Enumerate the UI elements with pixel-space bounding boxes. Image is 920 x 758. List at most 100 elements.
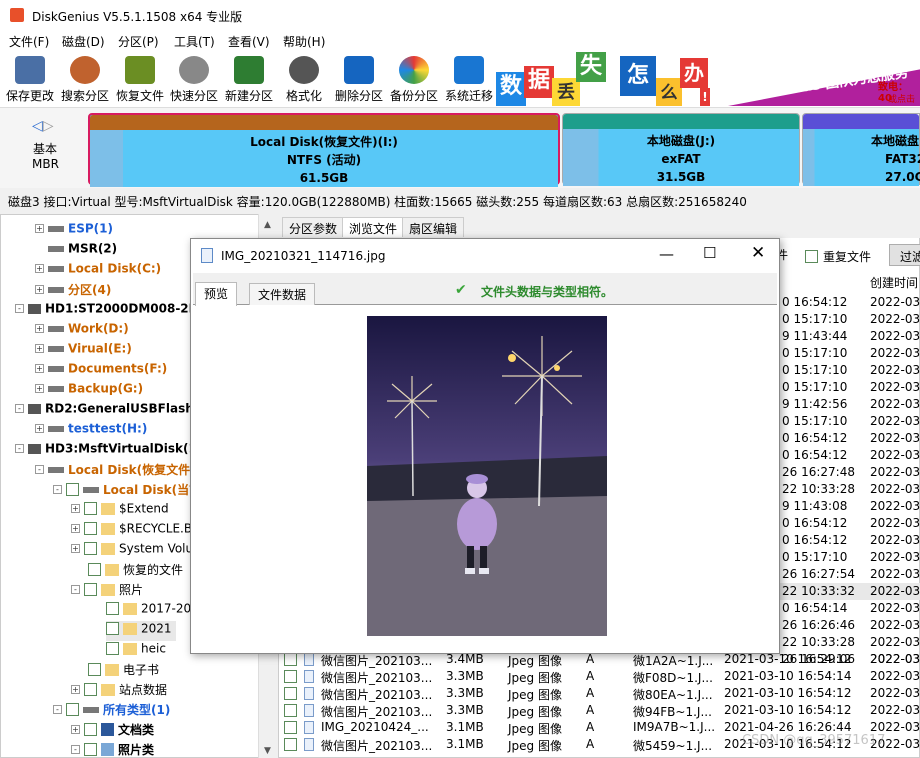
node-checkbox[interactable]	[66, 483, 79, 496]
expand-toggle[interactable]: -	[15, 304, 24, 313]
file-row[interactable]: 微信图片_202103... 3.3MB Jpeg 图像 A 微94FB~1.J... 2…	[278, 702, 920, 719]
row-checkbox[interactable]	[284, 704, 297, 717]
maximize-icon[interactable]: ☐	[703, 244, 716, 262]
tree-node[interactable]: 2017-202	[106, 601, 199, 621]
partition-block-j[interactable]: 本地磁盘(J:) exFAT 31.5GB	[562, 113, 800, 186]
node-checkbox[interactable]	[106, 642, 119, 655]
preview-dialog[interactable]: IMG_20210321_114716.jpg — ☐ ✕ 预览 文件数据 ✔ …	[190, 238, 780, 654]
scroll-down-icon[interactable]: ▼	[259, 746, 276, 756]
expand-toggle[interactable]: +	[35, 324, 44, 333]
expand-toggle[interactable]: -	[53, 705, 62, 714]
tree-node[interactable]: + $RECYCLE.B	[71, 521, 192, 541]
expand-toggle[interactable]: +	[71, 544, 80, 553]
menu-help[interactable]: 帮助(H)	[283, 33, 325, 50]
node-checkbox[interactable]	[84, 522, 97, 535]
tree-node[interactable]: + Documents(F:)	[35, 361, 167, 381]
new-partition-button[interactable]: 新建分区	[222, 54, 276, 106]
menu-file[interactable]: 文件(F)	[9, 33, 49, 50]
chevron-right-icon[interactable]: ▷	[43, 118, 54, 134]
chevron-left-icon[interactable]: ◁	[32, 118, 43, 134]
tree-node[interactable]: - Local Disk(当前	[53, 481, 201, 501]
tree-node[interactable]: + 站点数据	[71, 681, 167, 701]
close-icon[interactable]: ✕	[751, 243, 765, 263]
tab-preview[interactable]: 预览	[195, 282, 238, 306]
quick-partition-button[interactable]: 快速分区	[167, 54, 221, 106]
expand-toggle[interactable]: -	[15, 444, 24, 453]
tree-node[interactable]: - HD3:MsftVirtualDisk(1	[15, 441, 197, 461]
expand-toggle[interactable]: +	[71, 524, 80, 533]
node-checkbox[interactable]	[84, 502, 97, 515]
tree-node[interactable]: + Backup(G:)	[35, 381, 143, 401]
node-checkbox[interactable]	[84, 723, 97, 736]
partition-block-i[interactable]: Local Disk(恢复文件)(I:) NTFS (活动) 61.5GB	[88, 113, 560, 187]
row-checkbox[interactable]	[284, 721, 297, 734]
tree-node-selected[interactable]: 2021	[106, 621, 176, 641]
expand-toggle[interactable]: +	[35, 285, 44, 294]
tree-node[interactable]: - HD1:ST2000DM008-2FR	[15, 301, 206, 321]
tab-file-data[interactable]: 文件数据	[249, 283, 316, 305]
system-migrate-button[interactable]: 系统迁移	[442, 54, 496, 106]
node-checkbox[interactable]	[84, 542, 97, 555]
filter-button[interactable]: 过滤	[889, 244, 920, 266]
file-row[interactable]: 微信图片_202103... 3.3MB Jpeg 图像 A 微F08D~1.J... 2…	[278, 668, 920, 685]
tree-node[interactable]: + ESP(1)	[35, 221, 113, 241]
node-checkbox[interactable]	[84, 683, 97, 696]
delete-partition-button[interactable]: 删除分区	[332, 54, 386, 106]
minimize-icon[interactable]: —	[659, 245, 674, 263]
node-checkbox[interactable]	[106, 602, 119, 615]
tree-node[interactable]: + Work(D:)	[35, 321, 129, 341]
tree-node[interactable]: - 照片	[71, 581, 143, 601]
expand-toggle[interactable]: -	[15, 404, 24, 413]
tree-node[interactable]: - Local Disk(恢复文件)	[35, 461, 196, 481]
menu-disk[interactable]: 磁盘(D)	[62, 33, 105, 50]
tab-sector-edit[interactable]: 扇区编辑	[402, 217, 465, 237]
node-checkbox[interactable]	[88, 563, 101, 576]
tree-node[interactable]: heic	[106, 641, 166, 661]
node-checkbox[interactable]	[66, 703, 79, 716]
restore-files-checkbox[interactable]	[805, 250, 818, 263]
tree-node[interactable]: + testtest(H:)	[35, 421, 147, 441]
tree-node[interactable]: + System Volu	[71, 541, 193, 561]
tree-node[interactable]: - 照片类	[71, 741, 154, 757]
expand-toggle[interactable]: -	[71, 745, 80, 754]
promo-banner[interactable]: 数 据 丢 失 怎 么 办 ! DiskGenius 团队为您服务 致电：40 …	[496, 52, 920, 106]
expand-toggle[interactable]: +	[71, 685, 80, 694]
expand-toggle[interactable]: +	[35, 424, 44, 433]
tree-node[interactable]: MSR(2)	[48, 241, 117, 261]
expand-toggle[interactable]: +	[35, 364, 44, 373]
expand-toggle[interactable]: -	[71, 585, 80, 594]
recover-files-button[interactable]: 恢复文件	[113, 54, 167, 106]
file-row[interactable]: 微信图片_202103... 3.3MB Jpeg 图像 A 微80EA~1.J... 2…	[278, 685, 920, 702]
backup-partition-button[interactable]: 备份分区	[387, 54, 441, 106]
tree-node[interactable]: + 文档类	[71, 721, 154, 741]
row-checkbox[interactable]	[284, 687, 297, 700]
tree-node[interactable]: + Virual(E:)	[35, 341, 132, 361]
tree-node[interactable]: - RD2:GeneralUSBFlashD	[15, 401, 204, 421]
row-checkbox[interactable]	[284, 653, 297, 666]
disk-nav-arrows[interactable]: ◁▷	[32, 118, 54, 134]
partition-block-fat32[interactable]: 本地磁盘 FAT32 27.0GB	[802, 113, 920, 186]
node-checkbox[interactable]	[84, 743, 97, 756]
format-button[interactable]: 格式化	[277, 54, 331, 106]
row-checkbox[interactable]	[284, 738, 297, 751]
tree-node[interactable]: 恢复的文件	[88, 561, 183, 581]
node-checkbox[interactable]	[106, 622, 119, 635]
menu-tools[interactable]: 工具(T)	[174, 33, 215, 50]
expand-toggle[interactable]: +	[35, 344, 44, 353]
menu-view[interactable]: 查看(V)	[228, 33, 270, 50]
tree-node[interactable]: 电子书	[88, 661, 159, 681]
tab-partition-params[interactable]: 分区参数	[282, 217, 345, 237]
tab-browse-files[interactable]: 浏览文件	[342, 217, 405, 237]
tree-node[interactable]: + $Extend	[71, 501, 169, 521]
node-checkbox[interactable]	[88, 663, 101, 676]
row-checkbox[interactable]	[284, 670, 297, 683]
expand-toggle[interactable]: -	[53, 485, 62, 494]
expand-toggle[interactable]: +	[35, 384, 44, 393]
scroll-up-icon[interactable]: ▲	[259, 220, 276, 230]
expand-toggle[interactable]: +	[35, 264, 44, 273]
search-partition-button[interactable]: 搜索分区	[58, 54, 112, 106]
expand-toggle[interactable]: +	[35, 224, 44, 233]
save-changes-button[interactable]: 保存更改	[3, 54, 57, 106]
expand-toggle[interactable]: +	[71, 504, 80, 513]
tree-node[interactable]: + 分区(4)	[35, 281, 111, 301]
